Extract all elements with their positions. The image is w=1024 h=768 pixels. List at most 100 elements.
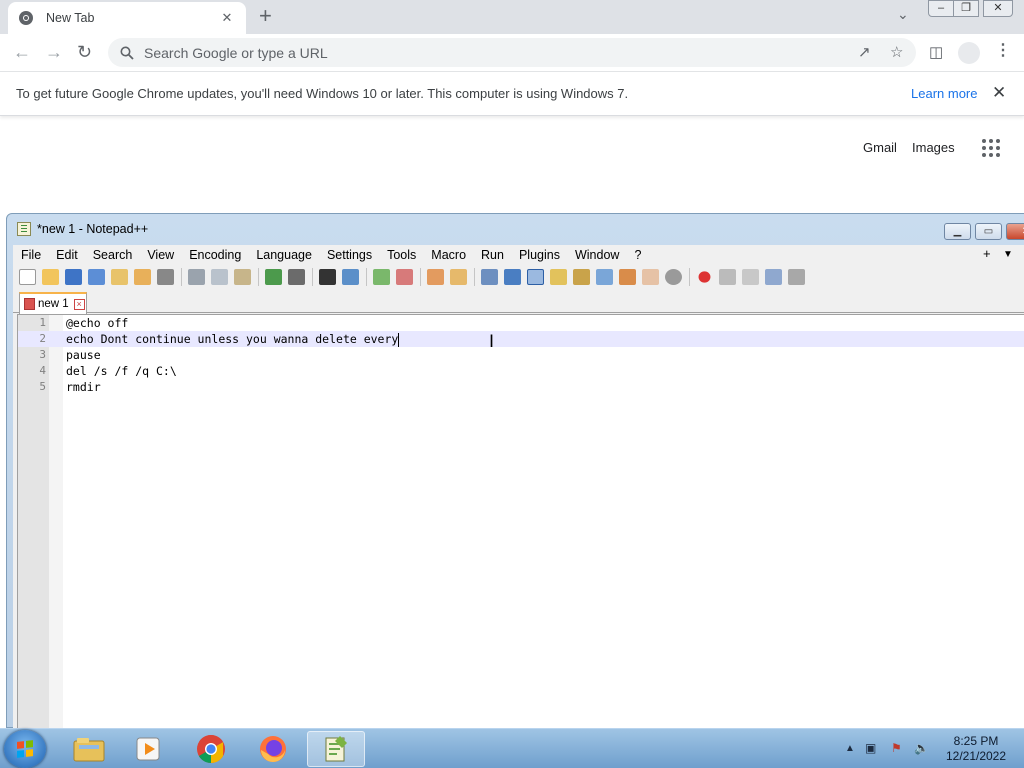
npp-client-area: File Edit Search View Encoding Language … xyxy=(13,245,1024,729)
chrome-minimize-button[interactable]: – xyxy=(928,0,954,17)
close-file-icon[interactable] xyxy=(111,269,128,285)
npp-window-title: *new 1 - Notepad++ xyxy=(37,222,149,236)
taskbar-notepad-plus-plus[interactable] xyxy=(307,731,365,767)
open-file-icon[interactable] xyxy=(42,269,59,285)
monitoring-icon[interactable] xyxy=(665,269,682,285)
action-center-flag-icon[interactable]: ⚑ xyxy=(891,741,902,755)
menu-edit[interactable]: Edit xyxy=(56,248,78,262)
tab-search-chevron-icon[interactable]: ⌄ xyxy=(897,6,909,23)
menu-file[interactable]: File xyxy=(21,248,41,262)
play-macro-icon[interactable] xyxy=(742,269,759,285)
menu-view[interactable]: View xyxy=(147,248,174,262)
save-icon[interactable] xyxy=(65,269,82,285)
undo-icon[interactable] xyxy=(265,269,282,285)
gmail-link[interactable]: Gmail xyxy=(863,140,897,155)
chrome-menu-icon[interactable]: ⋮ xyxy=(995,43,1011,59)
menu-search[interactable]: Search xyxy=(93,248,133,262)
show-hidden-icons-icon[interactable]: ▲ xyxy=(845,743,855,754)
tab-new-tab[interactable]: New Tab ✕ xyxy=(8,2,246,34)
menu-macro[interactable]: Macro xyxy=(431,248,466,262)
sync-vertical-icon[interactable] xyxy=(427,269,444,285)
learn-more-link[interactable]: Learn more xyxy=(911,86,977,101)
chrome-maximize-button[interactable]: ❐ xyxy=(953,0,979,17)
menu-help[interactable]: ? xyxy=(634,248,641,262)
images-link[interactable]: Images xyxy=(912,140,955,155)
find-icon[interactable] xyxy=(319,269,336,285)
save-all-icon[interactable] xyxy=(88,269,105,285)
line-text: @echo off xyxy=(66,316,129,330)
doc-list-icon[interactable] xyxy=(596,269,613,285)
word-wrap-icon[interactable] xyxy=(481,269,498,285)
profile-avatar-icon[interactable] xyxy=(958,42,980,64)
npp-tab-list-dropdown[interactable]: ▼ xyxy=(1003,249,1013,260)
reload-icon[interactable]: ↻ xyxy=(77,43,92,61)
sync-horizontal-icon[interactable] xyxy=(450,269,467,285)
windows-taskbar: ▲ ▣ ⚑ 🔈 8:25 PM 12/21/2022 xyxy=(0,728,1024,768)
menu-tools[interactable]: Tools xyxy=(387,248,416,262)
zoom-out-icon[interactable] xyxy=(396,269,413,285)
menu-plugins[interactable]: Plugins xyxy=(519,248,560,262)
chrome-close-button[interactable]: ✕ xyxy=(983,0,1013,17)
bookmark-star-icon[interactable]: ☆ xyxy=(890,45,903,60)
doc-tab-close-icon[interactable]: × xyxy=(73,298,85,310)
ibeam-cursor-icon: I xyxy=(489,332,495,352)
line-number: 4 xyxy=(39,364,46,377)
tab-close-icon[interactable]: ✕ xyxy=(218,10,236,26)
network-icon[interactable]: ▣ xyxy=(865,741,876,755)
copy-icon[interactable] xyxy=(211,269,228,285)
omnibox[interactable]: Search Google or type a URL xyxy=(108,38,916,67)
line-text-current: echo Dont continue unless you wanna dele… xyxy=(66,331,400,347)
lang-define-icon[interactable] xyxy=(550,269,567,285)
infobar-close-icon[interactable]: ✕ xyxy=(992,83,1006,103)
menu-run[interactable]: Run xyxy=(481,248,504,262)
record-macro-icon[interactable] xyxy=(698,271,711,283)
update-infobar: To get future Google Chrome updates, you… xyxy=(0,72,1024,116)
line-number: 2 xyxy=(39,332,46,345)
menu-window[interactable]: Window xyxy=(575,248,619,262)
function-list-icon[interactable] xyxy=(619,269,636,285)
line-number: 3 xyxy=(39,348,46,361)
taskbar-firefox[interactable] xyxy=(244,731,302,767)
google-apps-icon[interactable] xyxy=(982,139,1000,157)
new-tab-button[interactable]: + xyxy=(259,5,272,27)
npp-maximize-button[interactable]: ▭ xyxy=(975,223,1002,240)
taskbar-chrome[interactable] xyxy=(182,731,240,767)
doc-map-icon[interactable] xyxy=(573,269,590,285)
close-all-icon[interactable] xyxy=(134,269,151,285)
npp-document-tab-bar: new 1 × xyxy=(13,289,1024,314)
forward-arrow-icon[interactable]: → xyxy=(45,43,63,61)
npp-close-button[interactable]: ✕ xyxy=(1006,223,1024,240)
code-editor[interactable]: 1 @echo off 2 echo Dont continue unless … xyxy=(17,314,1024,729)
save-macro-icon[interactable] xyxy=(788,269,805,285)
run-macro-multiple-icon[interactable] xyxy=(765,269,782,285)
taskbar-explorer[interactable] xyxy=(60,731,118,767)
paste-icon[interactable] xyxy=(234,269,251,285)
stop-macro-icon[interactable] xyxy=(719,269,736,285)
back-arrow-icon[interactable]: ← xyxy=(13,43,31,61)
volume-icon[interactable]: 🔈 xyxy=(914,741,929,755)
new-file-icon[interactable] xyxy=(19,269,36,285)
redo-icon[interactable] xyxy=(288,269,305,285)
clock-date: 12/21/2022 xyxy=(945,749,1007,763)
menu-language[interactable]: Language xyxy=(256,248,312,262)
start-button[interactable] xyxy=(4,730,46,768)
doc-tab-new-1[interactable]: new 1 × xyxy=(19,292,87,314)
menu-encoding[interactable]: Encoding xyxy=(189,248,241,262)
zoom-in-icon[interactable] xyxy=(373,269,390,285)
folder-workspace-icon[interactable] xyxy=(642,269,659,285)
taskbar-media-player[interactable] xyxy=(120,731,178,767)
cut-icon[interactable] xyxy=(188,269,205,285)
side-panel-icon[interactable]: ◫ xyxy=(929,45,943,60)
show-all-chars-icon[interactable] xyxy=(504,269,521,285)
toolbar-separator xyxy=(312,268,313,286)
taskbar-clock[interactable]: 8:25 PM 12/21/2022 xyxy=(940,734,1012,764)
replace-icon[interactable] xyxy=(342,269,359,285)
editor-line: 3 pause xyxy=(18,347,1024,363)
indent-guide-icon[interactable] xyxy=(527,269,544,285)
npp-minimize-button[interactable]: ▁ xyxy=(944,223,971,240)
npp-add-tab-button[interactable]: + xyxy=(983,246,991,261)
media-player-icon xyxy=(136,737,160,761)
menu-settings[interactable]: Settings xyxy=(327,248,372,262)
print-icon[interactable] xyxy=(157,269,174,285)
share-icon[interactable]: ↗ xyxy=(858,45,871,60)
